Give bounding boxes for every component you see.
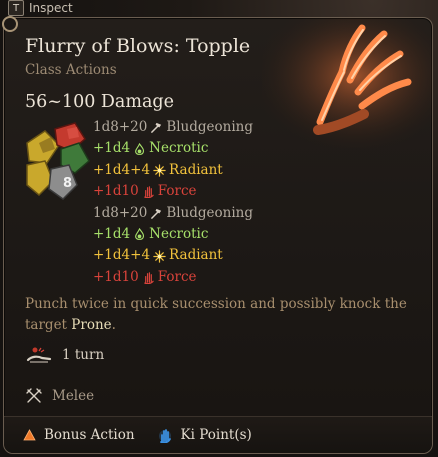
damage-dice-icon: 8: [26, 122, 90, 200]
ki-point-cost: Ki Point(s): [157, 427, 252, 443]
damage-dice: +1d4: [93, 225, 131, 242]
hammer-icon: [151, 208, 162, 219]
damage-row: 1d8+20 Bludgeoning: [93, 203, 253, 224]
action-cost-bar: Bonus Action Ki Point(s): [4, 416, 432, 453]
prone-figure-icon: [26, 347, 52, 363]
damage-dice: +1d10: [93, 268, 139, 285]
damage-row: +1d10 Force: [93, 181, 253, 202]
spell-category: Class Actions: [25, 62, 117, 78]
force-hand-icon: [143, 186, 154, 199]
damage-type: Bludgeoning: [166, 119, 253, 135]
bonus-action-triangle-icon: [23, 429, 36, 441]
damage-dice: +1d4: [93, 140, 131, 157]
bonus-action-label: Bonus Action: [44, 427, 135, 443]
spell-title: Flurry of Blows: Topple: [25, 35, 251, 57]
damage-row: +1d10 Force: [93, 267, 253, 288]
damage-type: Force: [157, 183, 197, 200]
damage-total: 56~100 Damage: [25, 92, 174, 112]
force-hand-icon: [143, 272, 154, 284]
hammer-icon: [151, 123, 162, 134]
damage-row: +1d4 Necrotic: [93, 224, 253, 245]
damage-row: +1d4+4 Radiant: [93, 160, 253, 181]
duration-text: 1 turn: [62, 347, 105, 363]
necrotic-flame-icon: [135, 142, 145, 155]
range-info: Melee: [26, 388, 94, 404]
damage-type: Radiant: [169, 247, 223, 264]
dice-number: 8: [63, 176, 72, 191]
spell-tooltip: Flurry of Blows: Topple Class Actions 56…: [2, 16, 433, 454]
tooltip-corner-ornament: [2, 16, 18, 32]
radiant-sun-icon: [153, 164, 166, 177]
inspect-label: Inspect: [29, 1, 73, 15]
ki-point-icon: [158, 429, 171, 443]
prone-keyword-link[interactable]: Prone: [71, 317, 111, 333]
damage-row: +1d4+4 Radiant: [93, 245, 253, 266]
inspect-hint[interactable]: T Inspect: [8, 0, 73, 16]
damage-type: Bludgeoning: [166, 204, 253, 221]
ki-point-label: Ki Point(s): [180, 427, 252, 443]
damage-dice: +1d10: [93, 183, 139, 200]
duration-info: 1 turn: [26, 346, 104, 364]
damage-breakdown: 1d8+20 Bludgeoning +1d4 Necrotic +1d4+4 …: [93, 117, 253, 288]
damage-dice: 1d8+20: [93, 119, 148, 135]
damage-type: Force: [157, 268, 197, 285]
damage-row: +1d4 Necrotic: [93, 138, 253, 159]
damage-row: 1d8+20 Bludgeoning: [93, 117, 253, 138]
spell-description: Punch twice in quick succession and poss…: [25, 294, 410, 336]
flurry-hand-icon: [262, 18, 432, 148]
damage-dice: +1d4+4: [93, 161, 151, 178]
bonus-action-cost: Bonus Action: [23, 427, 135, 443]
damage-dice: +1d4+4: [93, 247, 151, 264]
damage-type: Necrotic: [149, 140, 209, 157]
crossed-swords-icon: [26, 388, 42, 403]
damage-type: Necrotic: [149, 225, 209, 242]
description-suffix: .: [111, 317, 116, 333]
range-text: Melee: [52, 388, 95, 404]
damage-dice: 1d8+20: [93, 204, 148, 221]
damage-type: Radiant: [169, 161, 223, 178]
necrotic-flame-icon: [135, 228, 145, 241]
radiant-sun-icon: [153, 249, 166, 263]
inspect-key-badge: T: [8, 0, 24, 16]
